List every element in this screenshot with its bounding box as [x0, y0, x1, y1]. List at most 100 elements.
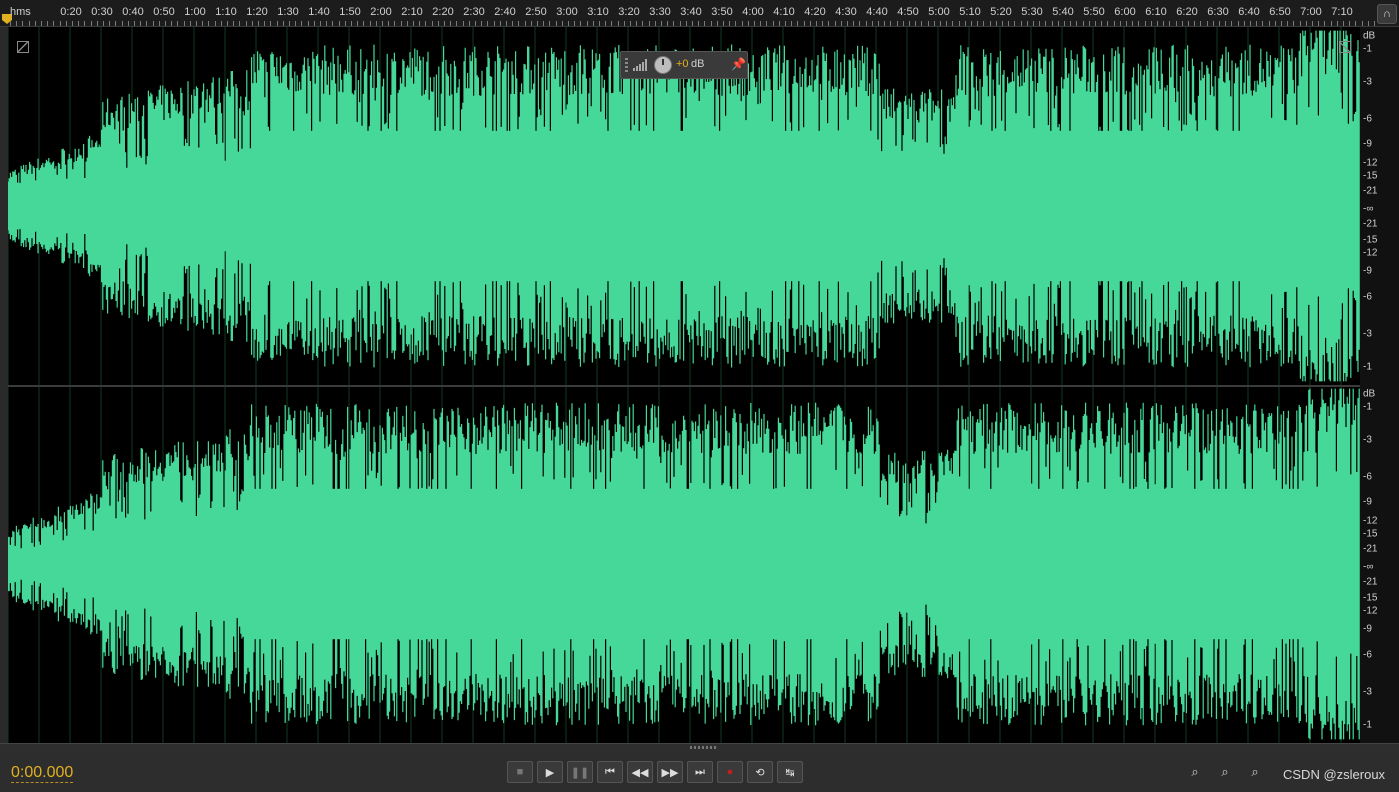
- play-icon[interactable]: ▶: [537, 761, 563, 783]
- ruler-minor-tick: [493, 21, 495, 26]
- ruler-minor-tick: [586, 21, 588, 26]
- ruler-minor-tick: [983, 21, 985, 26]
- pin-icon[interactable]: 📌: [731, 57, 746, 71]
- volume-knob[interactable]: [654, 56, 672, 74]
- ruler-minor-tick: [1312, 21, 1313, 26]
- ruler-minor-tick: [1039, 21, 1041, 26]
- ruler-tick-label: 6:50: [1269, 6, 1291, 18]
- ruler-tick-label: 2:00: [370, 6, 392, 18]
- ruler-minor-tick: [320, 21, 321, 26]
- ruler-minor-tick: [10, 21, 11, 26]
- ruler-tick-label: 4:10: [773, 6, 795, 18]
- current-time-display[interactable]: 0:00.000: [11, 764, 74, 783]
- ruler-tick-label: 3:50: [711, 6, 733, 18]
- waveform-core: [251, 488, 874, 640]
- fast-forward-icon[interactable]: ▶▶: [657, 761, 683, 783]
- ruler-minor-tick: [1181, 21, 1183, 26]
- ruler-tick-label: 5:30: [1021, 6, 1043, 18]
- skip-start-icon[interactable]: ⏮: [597, 761, 623, 783]
- ruler-minor-tick: [1194, 21, 1196, 26]
- ruler-minor-tick: [617, 21, 619, 26]
- waveform-display[interactable]: [8, 27, 1360, 743]
- ruler-minor-tick: [791, 21, 793, 26]
- ruler-minor-tick: [41, 21, 42, 26]
- ruler-minor-tick: [754, 21, 755, 26]
- ruler-minor-tick: [840, 21, 842, 26]
- ruler-minor-tick: [1219, 21, 1220, 26]
- ruler-tick-label: 5:50: [1083, 6, 1105, 18]
- hud-volume-value[interactable]: +0: [676, 58, 689, 70]
- ruler-minor-tick: [673, 21, 675, 26]
- ruler-minor-tick: [1014, 21, 1016, 26]
- ruler-minor-tick: [72, 21, 73, 26]
- ruler-minor-tick: [456, 21, 458, 26]
- ruler-minor-tick: [1349, 21, 1351, 26]
- ruler-minor-tick: [692, 21, 693, 26]
- headphones-icon[interactable]: ∩: [1377, 4, 1397, 24]
- fade-out-handle-icon[interactable]: [1339, 41, 1351, 53]
- zoom-in-amplitude-icon[interactable]: ⌕: [1185, 764, 1205, 782]
- ruler-minor-tick: [326, 21, 328, 26]
- time-ruler[interactable]: hms 0:20 0:30 0:40 0:50 1:00 1:10 1:20 1:30 1:40…: [0, 0, 1399, 27]
- ruler-minor-tick: [28, 21, 30, 26]
- ruler-minor-tick: [338, 21, 340, 26]
- ruler-minor-tick: [698, 21, 700, 26]
- db-scale-label: -1: [1363, 361, 1372, 373]
- ruler-minor-tick: [964, 21, 966, 26]
- ruler-minor-tick: [270, 21, 272, 26]
- ruler-minor-tick: [1119, 21, 1121, 26]
- loop-icon[interactable]: ⟲: [747, 761, 773, 783]
- ruler-minor-tick: [574, 21, 576, 26]
- ruler-minor-tick: [1188, 21, 1189, 26]
- ruler-minor-tick: [282, 21, 284, 26]
- hud-grip-icon[interactable]: [625, 58, 628, 72]
- ruler-minor-tick: [667, 21, 669, 26]
- horizontal-scrollbar[interactable]: [0, 743, 1399, 752]
- ruler-tick-label: 1:20: [246, 6, 268, 18]
- db-scale-label: -9: [1363, 138, 1372, 150]
- fade-in-handle-icon[interactable]: [17, 41, 29, 53]
- ruler-minor-tick: [921, 21, 923, 26]
- ruler-minor-tick: [289, 21, 290, 26]
- volume-hud[interactable]: +0 dB 📌: [620, 51, 748, 79]
- ruler-minor-tick: [530, 21, 532, 26]
- rewind-icon[interactable]: ◀◀: [627, 761, 653, 783]
- ruler-minor-tick: [1256, 21, 1258, 26]
- ruler-minor-tick: [388, 21, 390, 26]
- ruler-tick-label: 4:00: [742, 6, 764, 18]
- ruler-tick-label: 7:10: [1331, 6, 1353, 18]
- ruler-minor-tick: [301, 21, 303, 26]
- zoom-in-time-icon[interactable]: ⌕: [1245, 764, 1265, 782]
- channel-divider: [8, 385, 1360, 387]
- ruler-tick-label: 6:30: [1207, 6, 1229, 18]
- ruler-minor-tick: [1064, 21, 1065, 26]
- ruler-minor-tick: [1070, 21, 1072, 26]
- ruler-minor-tick: [239, 21, 241, 26]
- skip-end-icon[interactable]: ⏭: [687, 761, 713, 783]
- ruler-minor-tick: [419, 21, 421, 26]
- pause-icon[interactable]: ❚❚: [567, 761, 593, 783]
- zoom-out-amplitude-icon[interactable]: ⌕: [1215, 764, 1235, 782]
- ruler-minor-tick: [115, 21, 117, 26]
- ruler-tick-label: 4:50: [897, 6, 919, 18]
- transport-bar: 0:00.000 ■ ▶ ❚❚ ⏮ ◀◀ ▶▶ ⏭ ● ⟲ ↹ ⌕ ⌕ ⌕ CSDN @zslerou…: [0, 752, 1399, 792]
- ruler-minor-tick: [524, 21, 526, 26]
- ruler-minor-tick: [1274, 21, 1276, 26]
- scrollbar-grip[interactable]: [690, 746, 716, 749]
- ruler-minor-tick: [1293, 21, 1295, 26]
- ruler-minor-tick: [605, 21, 607, 26]
- ruler-minor-tick: [865, 21, 867, 26]
- ruler-minor-tick: [171, 21, 173, 26]
- skip-selection-icon[interactable]: ↹: [777, 761, 803, 783]
- ruler-minor-tick: [400, 21, 402, 26]
- ruler-tick-label: 0:20: [60, 6, 82, 18]
- ruler-minor-tick: [1033, 21, 1034, 26]
- ruler-tick-label: 0:30: [91, 6, 113, 18]
- ruler-minor-tick: [772, 21, 774, 26]
- db-scale-label: -9: [1363, 623, 1372, 635]
- ruler-minor-tick: [1262, 21, 1264, 26]
- ruler-minor-tick: [258, 21, 259, 26]
- ruler-minor-tick: [537, 21, 538, 26]
- stop-icon[interactable]: ■: [507, 761, 533, 783]
- record-icon[interactable]: ●: [717, 761, 743, 783]
